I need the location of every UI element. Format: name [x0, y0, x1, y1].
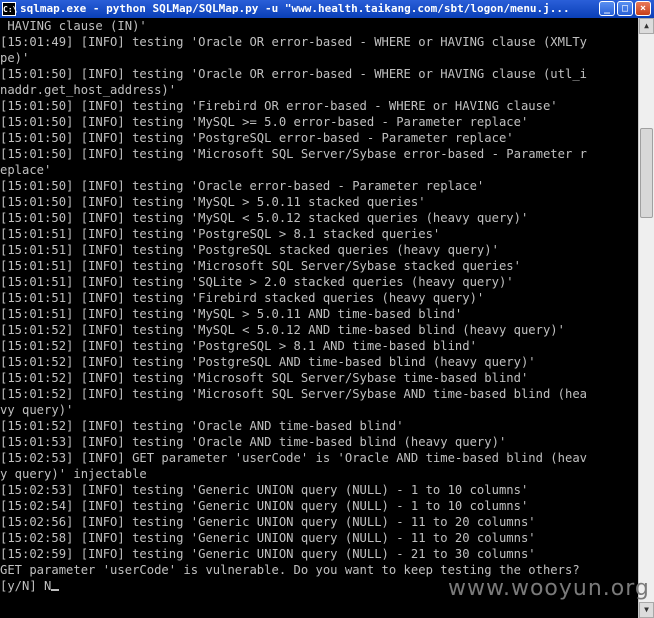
console-line: [15:01:50] [INFO] testing 'MySQL >= 5.0 … [0, 115, 529, 129]
console-line: [15:01:49] [INFO] testing 'Oracle OR err… [0, 35, 587, 49]
console-line: naddr.get_host_address)' [0, 83, 177, 97]
scroll-up-arrow-icon[interactable]: ▲ [639, 18, 654, 34]
watermark: www.wooyun.org [448, 576, 650, 601]
vertical-scrollbar[interactable]: ▲ ▼ [638, 18, 654, 618]
console-line: [15:02:58] [INFO] testing 'Generic UNION… [0, 531, 536, 545]
console-line: [15:02:56] [INFO] testing 'Generic UNION… [0, 515, 536, 529]
console-line: vy query)' [0, 403, 74, 417]
console-line: [15:01:50] [INFO] testing 'Microsoft SQL… [0, 147, 587, 161]
console-line: [15:01:52] [INFO] testing 'MySQL < 5.0.1… [0, 323, 565, 337]
console-line: [15:01:52] [INFO] testing 'Microsoft SQL… [0, 371, 529, 385]
console-line: [15:02:54] [INFO] testing 'Generic UNION… [0, 499, 529, 513]
console-line: [15:01:51] [INFO] testing 'MySQL > 5.0.1… [0, 307, 463, 321]
console-line: [15:01:51] [INFO] testing 'Microsoft SQL… [0, 259, 521, 273]
console-line: HAVING clause (IN)' [0, 19, 147, 33]
console-line: y query)' injectable [0, 467, 147, 481]
console-line: [15:01:53] [INFO] testing 'Oracle AND ti… [0, 435, 507, 449]
console-line: [15:01:51] [INFO] testing 'SQLite > 2.0 … [0, 275, 514, 289]
console-line: [15:01:52] [INFO] testing 'Oracle AND ti… [0, 419, 404, 433]
maximize-button[interactable]: □ [617, 1, 633, 16]
console-lines: HAVING clause (IN)' [15:01:49] [INFO] tes… [0, 18, 638, 578]
console-line: [15:01:52] [INFO] testing 'Microsoft SQL… [0, 387, 587, 401]
console-line: [15:02:59] [INFO] testing 'Generic UNION… [0, 547, 536, 561]
console-line: eplace' [0, 163, 52, 177]
console-line: [15:01:50] [INFO] testing 'MySQL > 5.0.1… [0, 195, 426, 209]
scroll-down-arrow-icon[interactable]: ▼ [639, 602, 654, 618]
console-line: [15:01:52] [INFO] testing 'PostgreSQL > … [0, 339, 477, 353]
window-controls: _ □ × [599, 1, 651, 16]
console-line: [15:01:52] [INFO] testing 'PostgreSQL AN… [0, 355, 536, 369]
text-cursor [51, 589, 60, 591]
console-line: [15:01:51] [INFO] testing 'PostgreSQL > … [0, 227, 441, 241]
console-line: [15:01:51] [INFO] testing 'PostgreSQL st… [0, 243, 499, 257]
console-line: [15:01:50] [INFO] testing 'PostgreSQL er… [0, 131, 514, 145]
console-line: [15:01:50] [INFO] testing 'MySQL < 5.0.1… [0, 211, 529, 225]
console-line: [15:01:50] [INFO] testing 'Oracle error-… [0, 179, 485, 193]
window-title: sqlmap.exe - python SQLMap/SQLMap.py -u … [20, 2, 570, 15]
console-output[interactable]: HAVING clause (IN)' [15:01:49] [INFO] tes… [0, 18, 638, 618]
scroll-thumb[interactable] [640, 128, 653, 218]
console-line: [15:02:53] [INFO] testing 'Generic UNION… [0, 483, 529, 497]
prompt-text: [y/N] N [0, 579, 52, 593]
console-line: [15:02:53] [INFO] GET parameter 'userCod… [0, 451, 587, 465]
close-button[interactable]: × [635, 1, 651, 16]
minimize-button[interactable]: _ [599, 1, 615, 16]
console-line: pe)' [0, 51, 30, 65]
window-titlebar[interactable]: C:\ sqlmap.exe - python SQLMap/SQLMap.py… [0, 0, 654, 18]
console-line: [15:01:51] [INFO] testing 'Firebird stac… [0, 291, 485, 305]
console-line: [15:01:50] [INFO] testing 'Oracle OR err… [0, 67, 587, 81]
console-line: [15:01:50] [INFO] testing 'Firebird OR e… [0, 99, 558, 113]
cmd-icon[interactable]: C:\ [2, 2, 17, 16]
